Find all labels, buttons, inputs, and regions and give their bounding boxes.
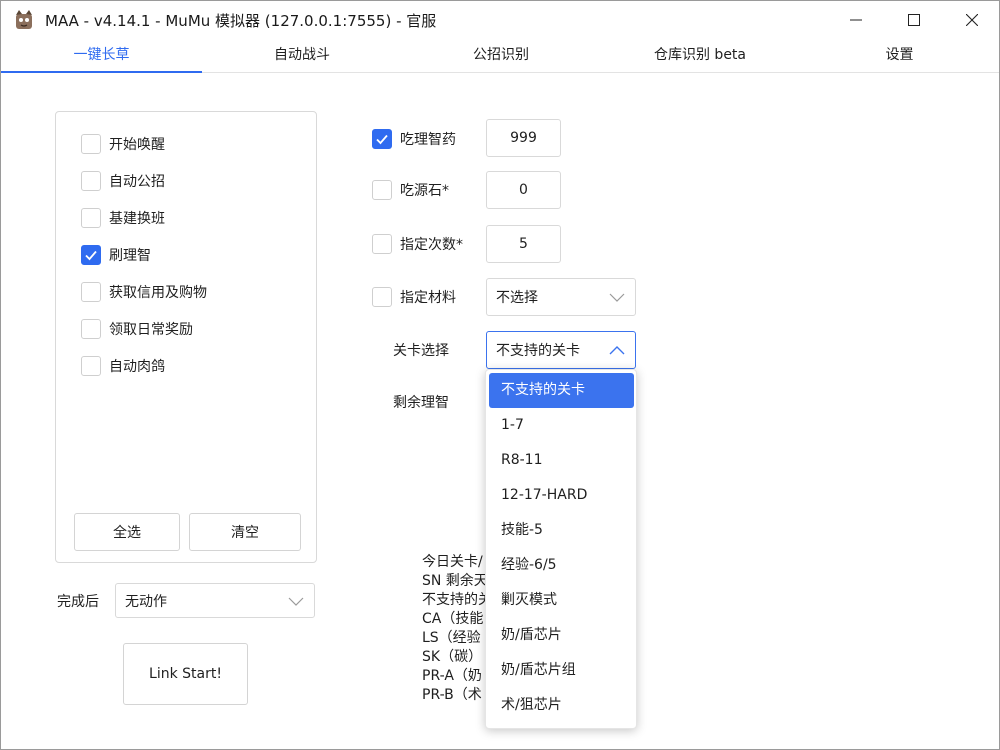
maximize-icon [908,14,920,26]
material-checkbox[interactable] [372,287,392,307]
stage-option[interactable]: 奶/盾芯片组 [489,653,634,688]
app-logo-icon [16,10,32,29]
stage-select[interactable]: 不支持的关卡 [486,331,636,369]
material-select[interactable]: 不选择 [486,278,636,316]
task-checkbox[interactable] [81,319,101,339]
stage-option[interactable]: 经验-6/5 [489,548,634,583]
chevron-down-icon [288,597,304,606]
minimize-button[interactable] [827,1,885,39]
medicine-option[interactable]: 吃理智药 [372,128,456,150]
medicine-checkbox[interactable] [372,129,392,149]
stage-select-label: 关卡选择 [393,343,449,359]
tab-settings[interactable]: 设置 [800,39,999,73]
stage-value: 不支持的关卡 [496,343,580,359]
task-label: 自动公招 [109,174,165,190]
material-option[interactable]: 指定材料 [372,286,456,308]
task-item-infrast[interactable]: 基建换班 [81,207,165,229]
title-bar: MAA - v4.14.1 - MuMu 模拟器 (127.0.0.1:7555… [1,1,999,39]
task-label: 领取日常奖励 [109,322,193,338]
stage-option[interactable]: 术/狙芯片 [489,688,634,723]
stage-option[interactable]: 剿灭模式 [489,583,634,618]
stage-info-line: PR-A（奶 [422,668,482,684]
check-icon [85,250,97,261]
stone-option[interactable]: 吃源石* [372,179,449,201]
task-checkbox[interactable] [81,356,101,376]
task-checkbox[interactable] [81,208,101,228]
task-list-panel: 开始唤醒 自动公招 基建换班 刷理智 获取信用及购物 领取日常奖励 自动肉鸽 全… [55,111,317,563]
material-label: 指定材料 [400,290,456,306]
times-checkbox[interactable] [372,234,392,254]
task-label: 刷理智 [109,248,151,264]
stage-option-selected[interactable]: 不支持的关卡 [489,373,634,408]
minimize-icon [850,19,862,21]
task-checkbox[interactable] [81,282,101,302]
stage-option[interactable]: 奶/盾芯片 [489,618,634,653]
stone-label: 吃源石* [400,183,449,199]
stage-option[interactable]: 12-17-HARD [489,478,634,513]
task-item-roguelike[interactable]: 自动肉鸽 [81,355,165,377]
close-button[interactable] [943,1,1000,39]
medicine-count-input[interactable]: 999 [486,119,561,157]
remaining-sanity-label: 剩余理智 [393,395,449,411]
task-label: 获取信用及购物 [109,285,207,301]
stone-count-input[interactable]: 0 [486,171,561,209]
task-item-mall[interactable]: 获取信用及购物 [81,281,207,303]
chevron-up-icon [609,346,625,355]
after-completion-select[interactable]: 无动作 [115,583,315,618]
task-checkbox-checked[interactable] [81,245,101,265]
task-checkbox[interactable] [81,171,101,191]
task-checkbox[interactable] [81,134,101,154]
maximize-button[interactable] [885,1,943,39]
check-icon [376,134,388,145]
stage-option[interactable]: R8-11 [489,443,634,478]
window-title: MAA - v4.14.1 - MuMu 模拟器 (127.0.0.1:7555… [45,12,437,30]
app-window: MAA - v4.14.1 - MuMu 模拟器 (127.0.0.1:7555… [0,0,1000,750]
tab-bar: 一键长草 自动战斗 公招识别 仓库识别 beta 设置 [1,39,999,73]
close-icon [966,14,978,26]
tab-recruit[interactable]: 公招识别 [402,39,600,73]
times-label: 指定次数* [400,237,463,253]
active-tab-indicator [1,71,202,73]
after-completion-label: 完成后 [57,594,99,610]
task-item-award[interactable]: 领取日常奖励 [81,318,193,340]
task-label: 基建换班 [109,211,165,227]
link-start-button[interactable]: Link Start! [123,643,248,705]
stage-info-line: 今日关卡/ [422,554,483,570]
task-item-start-up[interactable]: 开始唤醒 [81,133,165,155]
stone-checkbox[interactable] [372,180,392,200]
stage-option[interactable]: 1-7 [489,408,634,443]
task-label: 自动肉鸽 [109,359,165,375]
times-count-input[interactable]: 5 [486,225,561,263]
task-label: 开始唤醒 [109,137,165,153]
stage-info-line: 不支持的关 [422,592,492,608]
tab-one-click[interactable]: 一键长草 [1,39,202,73]
task-item-fight[interactable]: 刷理智 [81,244,151,266]
stage-info-line: SN 剩余天 [422,573,488,589]
stage-info-line: CA（技能 [422,611,484,627]
stage-info-line: PR-B（术 [422,687,482,703]
stage-dropdown-list: 不支持的关卡 1-7 R8-11 12-17-HARD 技能-5 经验-6/5 … [485,369,637,729]
tab-depot[interactable]: 仓库识别 beta [600,39,800,73]
medicine-label: 吃理智药 [400,132,456,148]
select-all-button[interactable]: 全选 [74,513,180,551]
material-value: 不选择 [496,290,538,306]
stage-option[interactable]: 技能-5 [489,513,634,548]
tab-auto-battle[interactable]: 自动战斗 [202,39,402,73]
clear-button[interactable]: 清空 [189,513,301,551]
chevron-down-icon [609,293,625,302]
stage-info-line: LS（经验 [422,630,481,646]
stage-info-line: SK（碳） [422,649,483,665]
times-option[interactable]: 指定次数* [372,233,463,255]
task-item-recruit[interactable]: 自动公招 [81,170,165,192]
after-completion-value: 无动作 [125,593,167,610]
